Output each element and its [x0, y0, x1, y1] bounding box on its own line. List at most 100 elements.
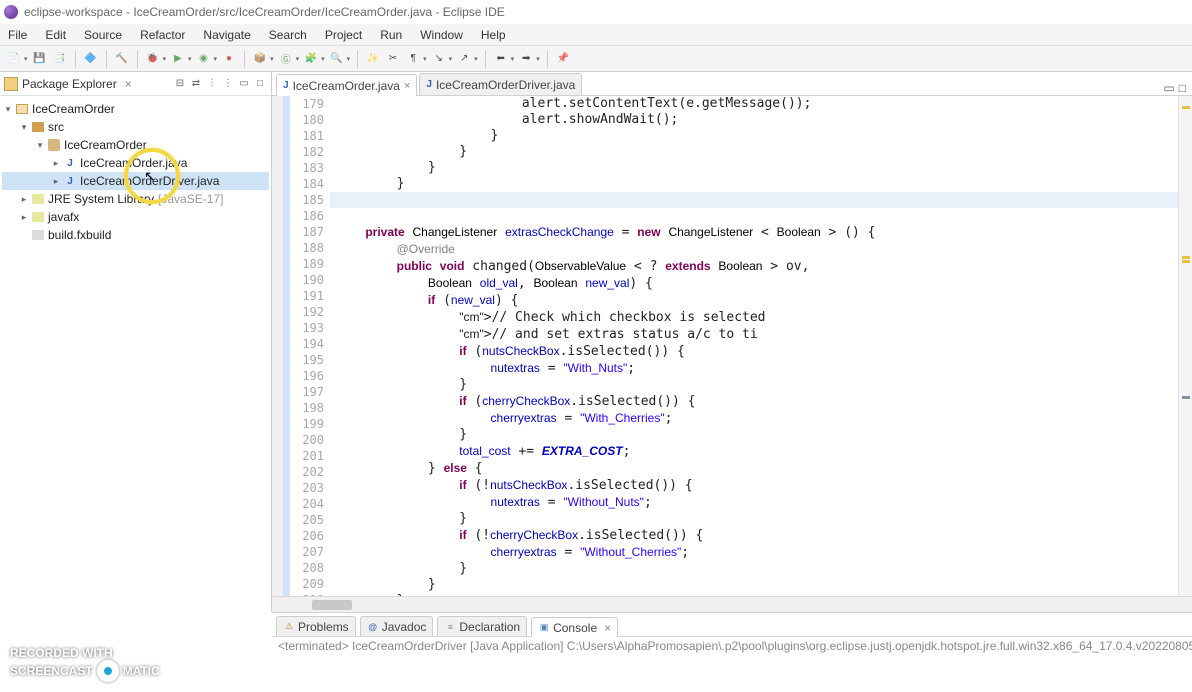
- new-icon[interactable]: 📄: [6, 51, 22, 67]
- filter-icon[interactable]: ⫶: [205, 77, 219, 91]
- close-view-icon[interactable]: ×: [125, 77, 132, 91]
- code-editor[interactable]: 179 180 181 182 183 184 185 186 187 188 …: [272, 96, 1192, 596]
- close-tab-icon[interactable]: ×: [604, 621, 611, 635]
- step2-icon[interactable]: ↗: [456, 51, 472, 67]
- package-explorer-panel: Package Explorer × ⊟ ⇄ ⫶ ⋮ ▭ □ ▾IceCream…: [0, 72, 272, 612]
- tab-label: Problems: [298, 620, 349, 634]
- menu-refactor[interactable]: Refactor: [140, 28, 185, 42]
- toggle-mark-icon[interactable]: ¶: [405, 51, 421, 67]
- view-menu-icon[interactable]: ⋮: [221, 77, 235, 91]
- new-package-icon[interactable]: 📦: [252, 51, 268, 67]
- tree-label: JRE System Library: [48, 192, 154, 206]
- tree-extra: [JavaSE-17]: [154, 192, 223, 206]
- tab-label: Declaration: [459, 620, 520, 634]
- watermark-logo-icon: [97, 660, 119, 682]
- bottom-tab-javadoc[interactable]: @Javadoc: [360, 616, 434, 636]
- watermark-line1: RECORDED WITH: [10, 646, 160, 660]
- tree-label: IceCreamOrder: [32, 102, 115, 116]
- tree-item-icecreamorder-java[interactable]: ▸JIceCreamOrder.java: [2, 154, 269, 172]
- tree-item-src[interactable]: ▾ src: [2, 118, 269, 136]
- editor-hscrollbar[interactable]: [272, 596, 1192, 612]
- package-tree[interactable]: ▾IceCreamOrder▾src▾IceCreamOrder▸JIceCre…: [0, 96, 271, 612]
- tree-label: src: [48, 120, 64, 134]
- pin-icon[interactable]: 📌: [555, 51, 571, 67]
- bottom-tab-console[interactable]: ▣Console ×: [531, 617, 618, 637]
- editor-tab-icecreamorderdriver-java[interactable]: JIceCreamOrderDriver.java: [419, 73, 582, 95]
- menu-edit[interactable]: Edit: [45, 28, 66, 42]
- menubar: File Edit Source Refactor Navigate Search Proj…: [0, 24, 1192, 46]
- nav-back-icon[interactable]: ⬅: [493, 51, 509, 67]
- package-icon: [46, 138, 62, 152]
- new-plugin-icon[interactable]: 🧩: [303, 51, 319, 67]
- tree-item-icecreamorderdriver-java[interactable]: ▸JIceCreamOrderDriver.java: [2, 172, 269, 190]
- tree-item-jre-system-library[interactable]: ▸ JRE System Library[JavaSE-17]: [2, 190, 269, 208]
- line-gutter: 179 180 181 182 183 184 185 186 187 188 …: [290, 96, 330, 596]
- bottom-tab-problems[interactable]: ⚠Problems: [276, 616, 356, 636]
- declaration-icon: ≡: [444, 621, 456, 633]
- java-file-icon: J: [62, 156, 78, 170]
- search-icon[interactable]: 🔍: [329, 51, 345, 67]
- link-editor-icon[interactable]: ⇄: [189, 77, 203, 91]
- cut-icon[interactable]: ✂: [385, 51, 401, 67]
- menu-run[interactable]: Run: [380, 28, 402, 42]
- editor-tab-icecreamorder-java[interactable]: JIceCreamOrder.java×: [276, 74, 417, 96]
- editor-minimize-icon[interactable]: ▭: [1163, 81, 1174, 95]
- editor-tab-bar: JIceCreamOrder.java×JIceCreamOrderDriver…: [272, 72, 1192, 96]
- new-class-icon[interactable]: Ⓖ: [278, 51, 294, 67]
- tree-item-icecreamorder[interactable]: ▾IceCreamOrder: [2, 136, 269, 154]
- tab-label: Javadoc: [382, 620, 427, 634]
- overview-ruler[interactable]: [1178, 96, 1192, 596]
- tree-arrow-icon[interactable]: ▸: [18, 212, 30, 223]
- menu-source[interactable]: Source: [84, 28, 122, 42]
- window-titlebar: eclipse-workspace - IceCreamOrder/src/Ic…: [0, 0, 1192, 24]
- tree-item-javafx[interactable]: ▸ javafx: [2, 208, 269, 226]
- watermark-text-b: MATIC: [123, 664, 160, 678]
- build-icon[interactable]: 🔨: [114, 51, 130, 67]
- menu-navigate[interactable]: Navigate: [203, 28, 250, 42]
- close-tab-icon[interactable]: ×: [404, 80, 410, 92]
- console-icon: ▣: [538, 622, 550, 634]
- menu-project[interactable]: Project: [325, 28, 362, 42]
- open-type-icon[interactable]: 🔷: [83, 51, 99, 67]
- bottom-panel: ⚠Problems@Javadoc≡Declaration▣Console× <…: [272, 612, 1192, 682]
- tree-label: javafx: [48, 210, 79, 224]
- tree-item-icecreamorder[interactable]: ▾ IceCreamOrder: [2, 100, 269, 118]
- menu-search[interactable]: Search: [269, 28, 307, 42]
- menu-window[interactable]: Window: [420, 28, 463, 42]
- coverage-icon[interactable]: ◉: [196, 51, 212, 67]
- library-icon: [30, 210, 46, 224]
- minimize-view-icon[interactable]: ▭: [237, 77, 251, 91]
- collapse-all-icon[interactable]: ⊟: [173, 77, 187, 91]
- folder-icon: [30, 120, 46, 134]
- menu-file[interactable]: File: [8, 28, 27, 42]
- maximize-view-icon[interactable]: □: [253, 77, 267, 91]
- run-icon[interactable]: ▶: [170, 51, 186, 67]
- run-last-icon[interactable]: ●: [221, 51, 237, 67]
- package-explorer-header: Package Explorer × ⊟ ⇄ ⫶ ⋮ ▭ □: [0, 72, 271, 96]
- tab-label: Console: [553, 621, 597, 635]
- tree-item-build-fxbuild[interactable]: build.fxbuild: [2, 226, 269, 244]
- tree-label: IceCreamOrder.java: [80, 156, 187, 170]
- nav-fwd-icon[interactable]: ➡: [518, 51, 534, 67]
- tree-arrow-icon[interactable]: ▾: [2, 104, 14, 115]
- bottom-tab-bar: ⚠Problems@Javadoc≡Declaration▣Console×: [272, 613, 1192, 637]
- watermark-text-a: SCREENCAST: [10, 664, 93, 678]
- java-file-icon: J: [426, 79, 432, 90]
- tree-label: IceCreamOrderDriver.java: [80, 174, 219, 188]
- save-icon[interactable]: 💾: [32, 51, 48, 67]
- tree-arrow-icon[interactable]: ▾: [34, 140, 46, 151]
- menu-help[interactable]: Help: [481, 28, 506, 42]
- wand-icon[interactable]: ✨: [365, 51, 381, 67]
- bottom-tab-declaration[interactable]: ≡Declaration: [437, 616, 527, 636]
- tree-arrow-icon[interactable]: ▸: [50, 176, 62, 187]
- debug-icon[interactable]: 🐞: [145, 51, 161, 67]
- main-area: Package Explorer × ⊟ ⇄ ⫶ ⋮ ▭ □ ▾IceCream…: [0, 72, 1192, 612]
- tree-arrow-icon[interactable]: ▸: [50, 158, 62, 169]
- java-file-icon: J: [62, 174, 78, 188]
- save-all-icon[interactable]: 📑: [52, 51, 68, 67]
- tree-arrow-icon[interactable]: ▾: [18, 122, 30, 133]
- tree-arrow-icon[interactable]: ▸: [18, 194, 30, 205]
- code-text[interactable]: alert.setContentText(e.getMessage()); al…: [330, 96, 1178, 596]
- step-icon[interactable]: ↘: [431, 51, 447, 67]
- editor-maximize-icon[interactable]: □: [1179, 81, 1186, 95]
